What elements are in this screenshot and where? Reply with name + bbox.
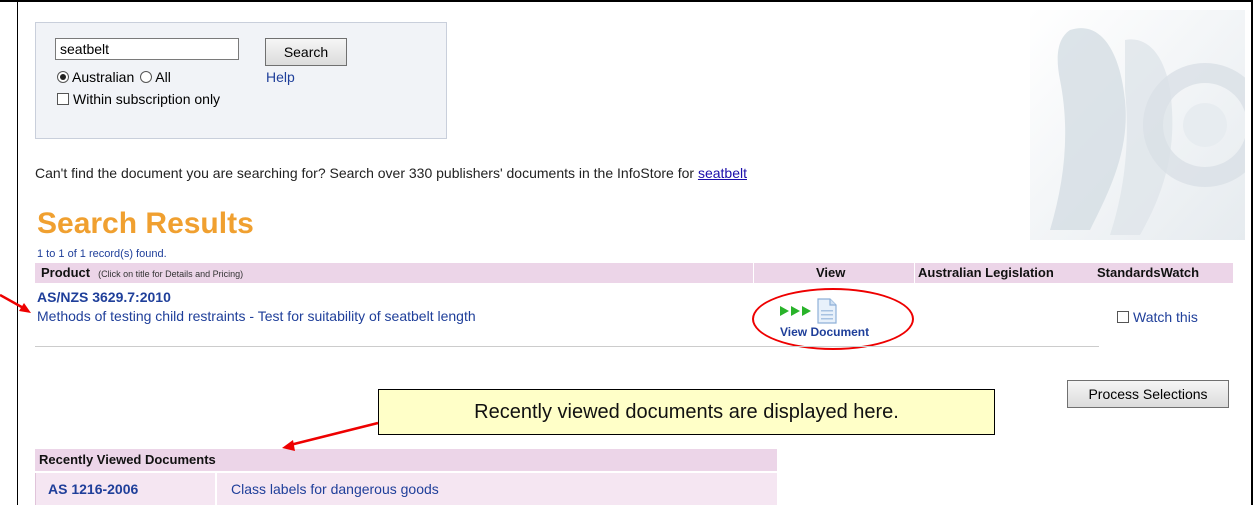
annotation-callout: Recently viewed documents are displayed … [378,389,995,435]
scope-all-radio[interactable] [140,71,153,83]
subscription-label: Within subscription only [73,91,221,107]
infostore-search-link[interactable]: seatbelt [698,165,747,181]
row-divider [35,346,1099,347]
annotation-callout-text: Recently viewed documents are displayed … [474,400,899,423]
scope-radio-group: Australian All [57,69,171,85]
subscription-filter: Within subscription only [57,91,220,107]
watch-checkbox[interactable] [1117,311,1129,323]
left-border [17,0,18,505]
search-input[interactable] [55,38,239,60]
recent-documents-header: Recently Viewed Documents [35,449,777,471]
column-header-standardswatch: StandardsWatch [1097,265,1200,280]
subscription-checkbox[interactable] [57,93,69,105]
search-button[interactable]: Search [265,38,347,66]
watch-label: Watch this [1133,309,1198,325]
annotation-ellipse [752,288,914,350]
recent-document-title[interactable]: Class labels for dangerous goods [217,473,777,505]
column-header-legislation: Australian Legislation [918,265,1054,280]
column-header-product: Product (Click on title for Details and P… [41,265,243,280]
column-divider [914,263,915,283]
column-header-view: View [816,265,846,280]
scope-australian-label: Australian [72,69,135,85]
search-panel: Search Australian All Help Within subscr… [35,22,447,139]
column-divider [753,263,754,283]
scope-all-label: All [155,69,171,85]
column-header-product-label: Product [41,265,91,280]
decorative-banner-image [1030,10,1245,240]
column-header-product-note: (Click on title for Details and Pricing) [98,269,244,279]
page-title: Search Results [37,207,254,240]
infostore-notice: Can't find the document you are searchin… [35,165,747,181]
recent-document-code[interactable]: AS 1216-2006 [35,473,215,505]
infostore-notice-text: Can't find the document you are searchin… [35,165,698,181]
record-count: 1 to 1 of 1 record(s) found. [37,248,167,260]
product-title-link[interactable]: Methods of testing child restraints - Te… [37,308,476,324]
help-link[interactable]: Help [266,69,295,85]
process-selections-button[interactable]: Process Selections [1067,380,1229,408]
product-code-link[interactable]: AS/NZS 3629.7:2010 [37,289,171,305]
watch-this-option: Watch this [1117,309,1198,325]
scope-australian-radio[interactable] [57,71,69,83]
recent-document-row: AS 1216-2006 Class labels for dangerous … [35,473,777,505]
